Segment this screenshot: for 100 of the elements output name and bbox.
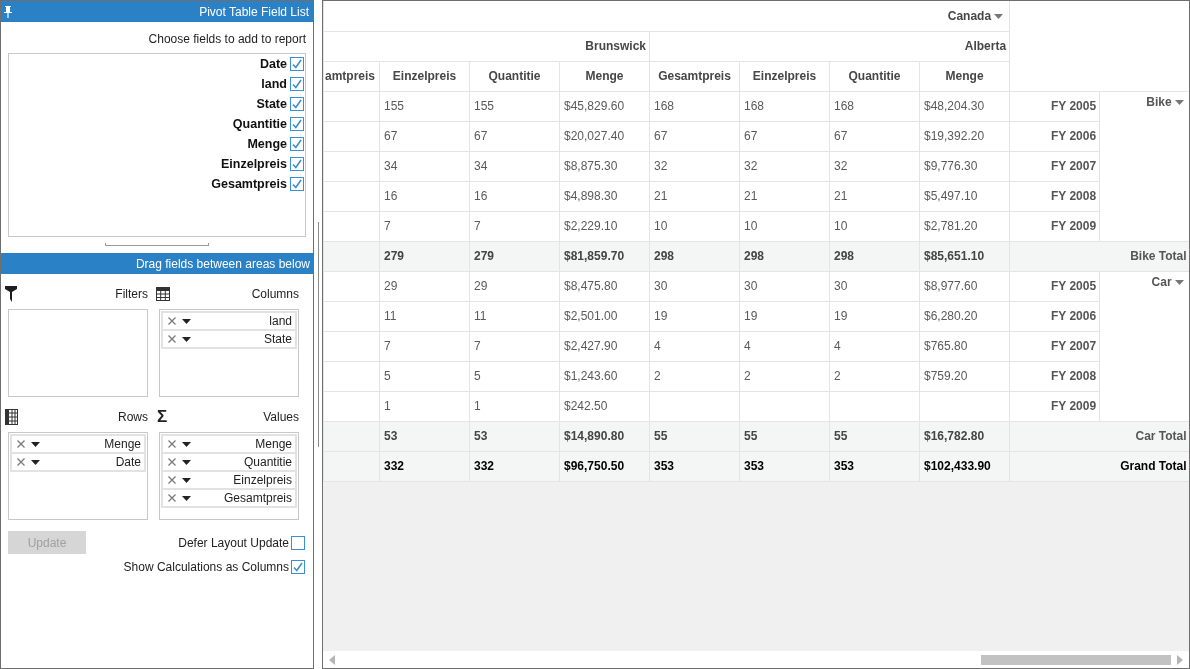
table-cell: $81,859.70 — [559, 241, 650, 271]
column-header: Brunswick — [323, 31, 650, 61]
table-cell: 298 — [829, 241, 920, 271]
table-cell: 19 — [649, 301, 740, 331]
table-cell: 353 — [829, 451, 920, 481]
field-name: Menge — [255, 437, 292, 451]
remove-icon[interactable] — [168, 335, 176, 343]
caret-icon[interactable] — [182, 318, 191, 324]
table-cell: 7 — [379, 331, 470, 361]
table-cell: 2 — [739, 361, 830, 391]
table-cell: $759.20 — [919, 361, 1010, 391]
field-name: Menge — [104, 437, 141, 451]
table-icon — [156, 287, 170, 301]
table-cell: $5,497.10 — [919, 181, 1010, 211]
section-header: Drag fields between areas below — [1, 253, 313, 274]
table-cell: 67 — [829, 121, 920, 151]
table-cell: 55 — [649, 421, 740, 451]
caret-icon[interactable] — [31, 459, 40, 465]
table-cell: 29 — [469, 271, 560, 301]
table-cell: 21 — [739, 181, 830, 211]
row-header: Bike — [1146, 94, 1172, 109]
table-cell: 298 — [739, 241, 830, 271]
table-cell: 1 — [379, 391, 470, 421]
pin-icon[interactable] — [4, 5, 12, 18]
table-cell: 67 — [649, 121, 740, 151]
checkbox[interactable] — [290, 157, 304, 171]
table-cell: 7 — [469, 331, 560, 361]
table-cell: 5 — [469, 361, 560, 391]
splitter-handle[interactable] — [317, 222, 319, 447]
checkbox[interactable] — [290, 57, 304, 71]
area-field-item[interactable]: Quantitie — [161, 452, 297, 472]
field-name: State — [263, 332, 292, 346]
table-cell: $19,392.20 — [919, 121, 1010, 151]
grid-icon — [5, 409, 18, 425]
table-cell: $6,280.20 — [919, 301, 1010, 331]
table-cell: 34 — [379, 151, 470, 181]
table-cell: $9,776.30 — [919, 151, 1010, 181]
remove-icon[interactable] — [168, 458, 176, 466]
caret-icon[interactable] — [182, 495, 191, 501]
checkbox[interactable] — [290, 117, 304, 131]
area-field-item[interactable]: State — [161, 329, 297, 349]
table-cell: $48,204.30 — [919, 91, 1010, 121]
remove-icon[interactable] — [17, 440, 25, 448]
table-cell: 29 — [379, 271, 470, 301]
field-name: Quantitie — [243, 455, 292, 469]
field-name: land — [269, 314, 292, 328]
table-cell: 30 — [649, 271, 740, 301]
caret-icon[interactable] — [182, 336, 191, 342]
column-header: Quantitie — [469, 61, 560, 91]
field-name: Date — [115, 455, 141, 469]
table-cell: 30 — [829, 271, 920, 301]
table-cell: 4 — [649, 331, 740, 361]
table-cell: 353 — [739, 451, 830, 481]
remove-icon[interactable] — [168, 476, 176, 484]
caret-icon[interactable] — [182, 441, 191, 447]
table-cell: 2 — [829, 361, 920, 391]
instruction-text: Choose fields to add to report — [148, 32, 306, 47]
area-field-item[interactable]: Menge — [161, 434, 297, 454]
table-cell: $45,829.60 — [559, 91, 650, 121]
table-cell: 53 — [469, 421, 560, 451]
table-cell: 155 — [469, 91, 560, 121]
filter-icon — [5, 286, 17, 302]
checkbox[interactable] — [291, 535, 305, 550]
checkbox[interactable] — [291, 560, 305, 574]
area-field-item[interactable]: Date — [10, 452, 146, 472]
splitter-grip[interactable] — [105, 243, 209, 246]
scrollbar-thumb[interactable] — [981, 654, 1171, 665]
checkbox[interactable] — [290, 97, 304, 111]
checkbox[interactable] — [290, 77, 304, 91]
area-field-item[interactable]: Einzelpreis — [161, 470, 297, 490]
area-label: Values — [263, 410, 299, 424]
table-cell: 55 — [829, 421, 920, 451]
checkbox[interactable] — [290, 177, 304, 191]
table-cell: $242.50 — [559, 391, 650, 421]
table-cell: $765.80 — [919, 331, 1010, 361]
table-cell: 32 — [739, 151, 830, 181]
remove-icon[interactable] — [17, 458, 25, 466]
caret-icon[interactable] — [31, 441, 40, 447]
field-label: Quantitie — [232, 117, 287, 131]
checkbox[interactable] — [290, 137, 304, 151]
row-header: FY 2005 — [1009, 271, 1100, 301]
area-field-item[interactable]: Gesamtpreis — [161, 488, 297, 508]
table-cell: $2,229.10 — [559, 211, 650, 241]
area-field-item[interactable]: Menge — [10, 434, 146, 454]
remove-icon[interactable] — [168, 317, 176, 325]
table-cell: 67 — [469, 121, 560, 151]
table-cell: 16 — [469, 181, 560, 211]
remove-icon[interactable] — [168, 440, 176, 448]
column-header: Einzelpreis — [739, 61, 830, 91]
remove-icon[interactable] — [168, 494, 176, 502]
table-cell: 168 — [829, 91, 920, 121]
caret-icon[interactable] — [182, 459, 191, 465]
area-label: Columns — [251, 287, 299, 301]
table-cell: $4,898.30 — [559, 181, 650, 211]
table-cell: 16 — [379, 181, 470, 211]
caret-icon[interactable] — [182, 477, 191, 483]
area-field-item[interactable]: land — [161, 311, 297, 331]
table-cell: 4 — [739, 331, 830, 361]
table-cell: 353 — [649, 451, 740, 481]
field-name: Gesamtpreis — [223, 491, 292, 505]
